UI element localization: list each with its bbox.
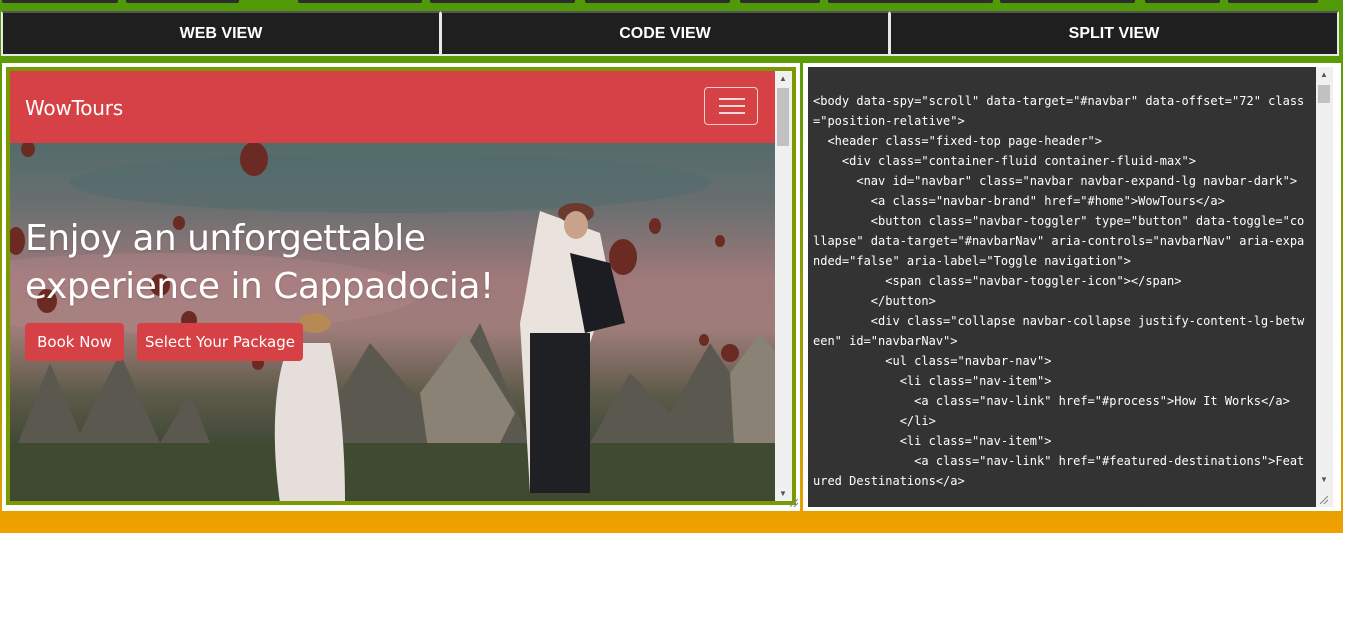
top-tab-strip	[0, 0, 1343, 10]
resize-grip-icon[interactable]	[790, 499, 798, 507]
app-frame: WEB VIEW CODE VIEW SPLIT VIEW WowTours E…	[0, 0, 1343, 533]
resize-grip-icon[interactable]	[1320, 496, 1328, 504]
scroll-down-icon[interactable]: ▼	[779, 489, 787, 498]
scrollbar-thumb[interactable]	[777, 88, 789, 146]
navbar-toggler-button[interactable]	[704, 87, 758, 125]
cappadocia-photo	[10, 143, 776, 501]
tab-web-view[interactable]: WEB VIEW	[1, 11, 441, 56]
tab-code-view[interactable]: CODE VIEW	[440, 11, 890, 56]
hamburger-icon-bar	[719, 112, 745, 114]
code-editor[interactable]: <body data-spy="scroll" data-target="#na…	[808, 67, 1333, 507]
scroll-down-icon[interactable]: ▼	[1320, 475, 1328, 484]
select-package-button[interactable]: Select Your Package	[137, 323, 303, 361]
hero-background-image	[10, 143, 776, 501]
scrollbar-thumb[interactable]	[1318, 85, 1330, 103]
code-panel: <body data-spy="scroll" data-target="#na…	[803, 63, 1341, 511]
hamburger-icon	[719, 98, 745, 100]
view-tabs: WEB VIEW CODE VIEW SPLIT VIEW	[0, 11, 1343, 57]
web-preview-frame: WowTours Enjoy an unforgettable experien…	[6, 67, 796, 505]
hero-section: Enjoy an unforgettable experience in Cap…	[10, 143, 776, 501]
preview-site: WowTours Enjoy an unforgettable experien…	[10, 71, 776, 501]
code-scrollbar[interactable]: ▲ ▼	[1316, 67, 1333, 507]
book-now-button[interactable]: Book Now	[25, 323, 124, 361]
scroll-up-icon[interactable]: ▲	[779, 74, 787, 83]
hero-title: Enjoy an unforgettable experience in Cap…	[25, 218, 494, 307]
navbar-brand[interactable]: WowTours	[25, 96, 123, 120]
hamburger-icon-bar	[719, 105, 745, 107]
tab-split-view[interactable]: SPLIT VIEW	[889, 11, 1339, 56]
scroll-up-icon[interactable]: ▲	[1320, 70, 1328, 79]
code-content[interactable]: <body data-spy="scroll" data-target="#na…	[813, 91, 1308, 491]
site-navbar: WowTours	[10, 71, 776, 143]
web-preview-scrollbar[interactable]: ▲ ▼	[775, 71, 792, 501]
web-preview-panel: WowTours Enjoy an unforgettable experien…	[2, 63, 800, 511]
